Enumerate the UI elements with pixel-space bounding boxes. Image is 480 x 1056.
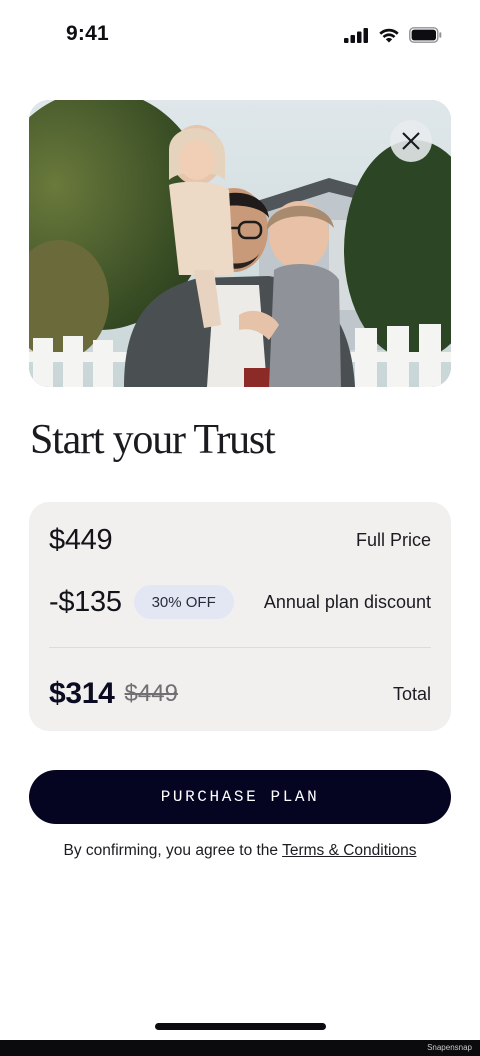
close-icon (402, 132, 420, 150)
full-price-row: $449 Full Price (49, 520, 431, 560)
discount-amount: -$135 (49, 585, 122, 618)
cellular-signal-icon (344, 28, 368, 43)
total-row: $314 $449 Total (49, 674, 431, 714)
full-price-label: Full Price (355, 529, 431, 550)
status-bar: 9:41 (0, 0, 480, 70)
discount-row: -$135 30% OFF Annual plan discount (49, 582, 431, 622)
discount-label: Annual plan discount (263, 591, 431, 612)
bottom-bar (0, 1040, 480, 1056)
watermark: Snapensnap (427, 1043, 472, 1052)
page-title: Start your Trust (30, 417, 276, 463)
full-price-amount: $449 (49, 523, 113, 556)
divider (49, 647, 431, 648)
price-summary-card: $449 Full Price -$135 30% OFF Annual pla… (29, 502, 451, 731)
terms-text: By confirming, you agree to the Terms & … (0, 842, 480, 860)
purchase-plan-button[interactable]: PURCHASE PLAN (29, 770, 451, 824)
hero-image (29, 100, 451, 387)
discount-badge: 30% OFF (133, 585, 234, 619)
home-indicator (155, 1023, 326, 1030)
family-photo (29, 100, 451, 387)
close-button[interactable] (390, 120, 432, 162)
status-time: 9:41 (66, 22, 109, 45)
original-price: $449 (124, 680, 178, 707)
terms-prefix: By confirming, you agree to the (63, 842, 283, 859)
wifi-icon (379, 28, 399, 43)
status-icons (344, 25, 442, 45)
battery-icon (409, 27, 442, 43)
total-amount: $314 (49, 677, 115, 710)
terms-link[interactable]: Terms & Conditions (282, 842, 416, 859)
total-label: Total (392, 683, 431, 704)
